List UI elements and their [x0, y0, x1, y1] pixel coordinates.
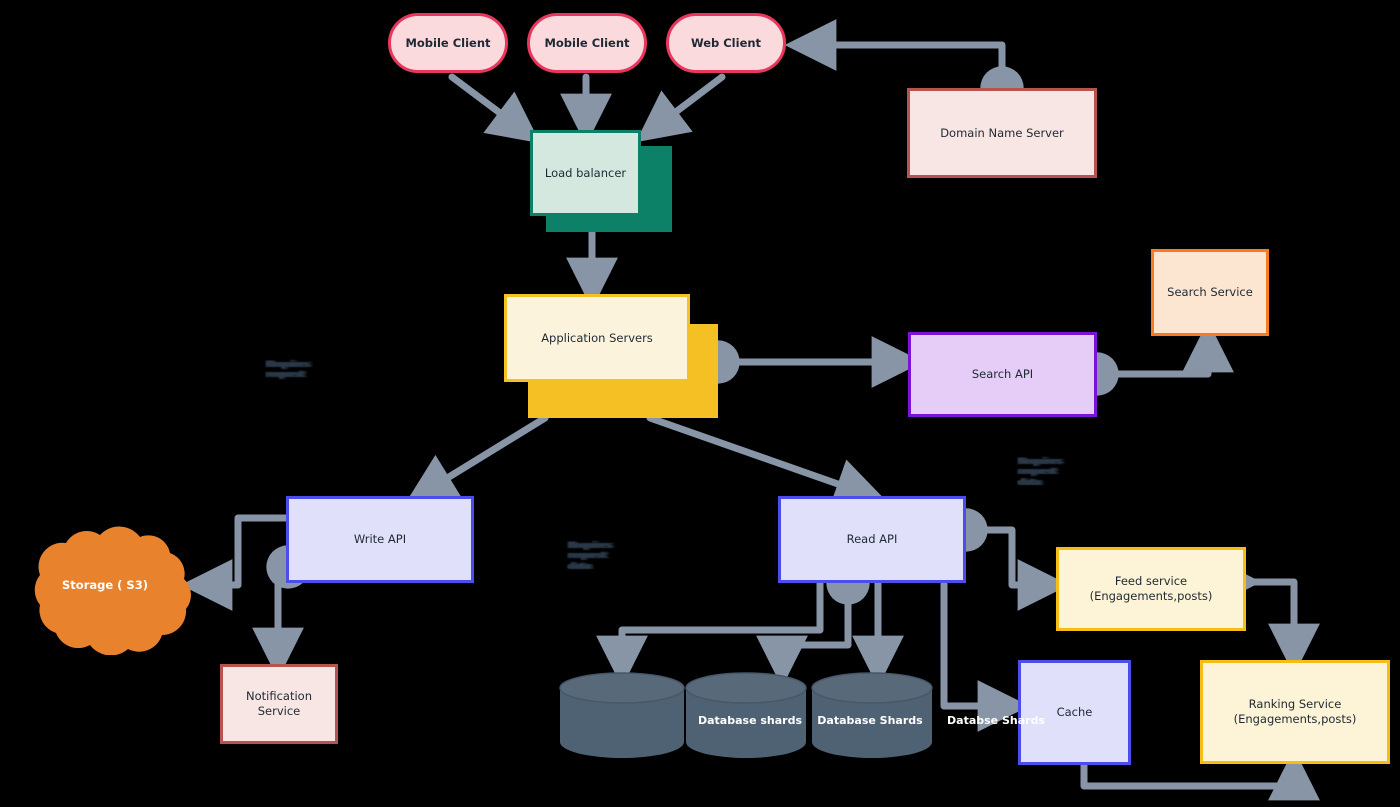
node-search-service[interactable]: Search Service — [1151, 249, 1269, 336]
node-feed-service[interactable]: Feed service (Engagements,posts) — [1056, 547, 1246, 631]
node-label: Notification Service — [246, 689, 312, 718]
cylinder-shape-icon — [559, 672, 685, 758]
node-domain-name-server[interactable]: Domain Name Server — [907, 88, 1097, 178]
node-database-shard-1[interactable]: Database shards — [558, 672, 802, 758]
node-label: Web Client — [690, 35, 762, 50]
node-label-line1: Feed service — [1114, 574, 1188, 589]
annotation-left: Requires request — [266, 360, 309, 381]
node-search-api[interactable]: Search API — [908, 332, 1097, 417]
node-label: Storage ( S3) — [62, 578, 148, 592]
node-read-api[interactable]: Read API — [778, 496, 966, 583]
node-cache[interactable]: Cache — [1018, 660, 1131, 765]
node-label: Search Service — [1167, 285, 1253, 300]
annotation-middle: Requires request data — [568, 541, 611, 572]
node-label-line2: (Engagements,posts) — [1089, 589, 1213, 603]
node-label: Cache — [1056, 705, 1093, 720]
node-web-client[interactable]: Web Client — [666, 13, 786, 73]
node-label: Database shards — [697, 714, 803, 727]
node-label-line1: Ranking Service — [1248, 697, 1342, 712]
application-servers-face: Application Servers — [504, 294, 690, 382]
annotation-right: Requires request data — [1018, 457, 1061, 488]
node-label: Load balancer — [544, 165, 627, 180]
node-mobile-client-2[interactable]: Mobile Client — [527, 13, 647, 73]
node-label-line2: (Engagements,posts) — [1233, 712, 1357, 726]
diagram-canvas: Mobile Client Mobile Client Web Client D… — [0, 0, 1400, 807]
node-label: Databse Shards — [947, 714, 1045, 727]
node-label: Application Servers — [541, 330, 653, 345]
node-label: Write API — [353, 532, 407, 547]
node-label: Database Shards — [817, 714, 923, 727]
node-load-balancer[interactable]: Load balancer — [530, 130, 672, 232]
node-label: Mobile Client — [544, 35, 630, 50]
node-label: Mobile Client — [405, 35, 491, 50]
node-label: Read API — [846, 532, 898, 547]
node-label: Domain Name Server — [940, 125, 1064, 140]
node-mobile-client-1[interactable]: Mobile Client — [388, 13, 508, 73]
node-notification-service[interactable]: Notification Service — [220, 664, 338, 744]
node-write-api[interactable]: Write API — [286, 496, 474, 583]
node-label: Search API — [971, 367, 1034, 382]
node-application-servers[interactable]: Application Servers — [504, 294, 718, 418]
load-balancer-face: Load balancer — [530, 130, 641, 216]
node-storage-s3[interactable]: Storage ( S3) — [14, 515, 196, 655]
node-ranking-service[interactable]: Ranking Service (Engagements,posts) — [1200, 660, 1390, 764]
